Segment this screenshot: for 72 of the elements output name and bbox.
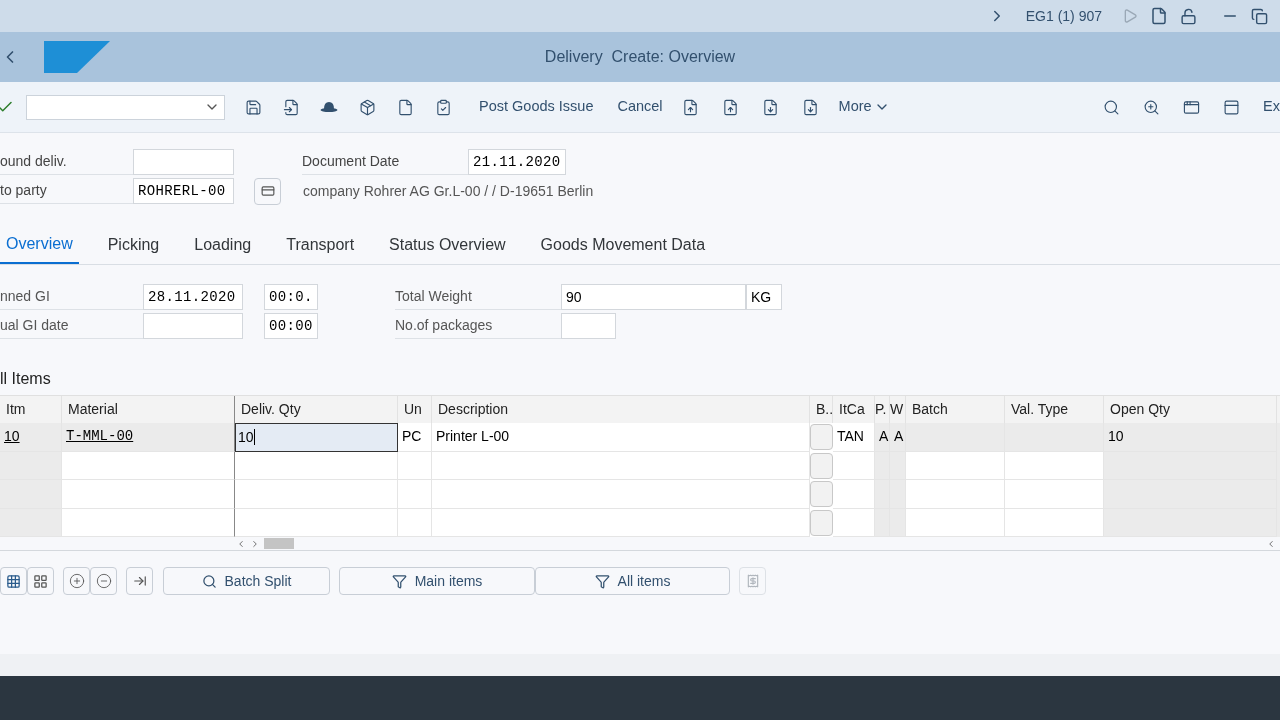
toolbar-button[interactable]: Ex — [1263, 96, 1280, 118]
unit-field[interactable]: KG — [746, 284, 782, 310]
scroll-left-icon[interactable] — [1266, 538, 1276, 549]
table-cell: 10 — [1104, 423, 1277, 452]
table-cell[interactable] — [62, 508, 235, 537]
table-cell[interactable]: Printer L-00 — [432, 423, 810, 452]
date-field[interactable] — [143, 313, 243, 339]
details-button[interactable] — [254, 177, 281, 205]
tab[interactable]: Overview — [0, 226, 79, 264]
select-all-button[interactable] — [0, 567, 27, 595]
row-selector-button[interactable] — [810, 452, 833, 479]
scroll-right-icon[interactable] — [250, 538, 260, 549]
row-selector-button[interactable] — [810, 481, 833, 508]
table-cell: A — [890, 423, 906, 452]
deselect-all-button[interactable] — [27, 567, 54, 595]
plus-icon — [68, 573, 85, 589]
date-field[interactable]: 21.11.2020 — [468, 149, 566, 175]
window-title: Delivery Create: Overview — [543, 47, 737, 67]
filter-icon — [594, 573, 610, 589]
receipt-button[interactable] — [739, 567, 766, 595]
address-text: company Rohrer AG Gr.L-00 / / D-19651 Berlin — [303, 181, 594, 201]
table-cell[interactable]: TAN — [833, 423, 875, 452]
time-field[interactable]: 00:00 — [264, 313, 318, 339]
table-link[interactable]: 10 — [4, 426, 20, 448]
toolbar-button[interactable]: Post Goods Issue — [471, 91, 602, 123]
table-cell[interactable] — [62, 451, 235, 480]
indent-button[interactable] — [126, 567, 153, 595]
party-field[interactable]: ROHRERL-00 — [133, 178, 234, 204]
session-info: EG1 (1) 907 — [1025, 6, 1102, 26]
tab[interactable]: Goods Movement Data — [534, 226, 712, 264]
table-link[interactable]: T-MML-00 — [66, 426, 134, 448]
horizontal-scrollbar[interactable] — [236, 538, 294, 549]
scroll-thumb[interactable] — [264, 538, 294, 549]
delivery-field[interactable] — [133, 149, 234, 175]
value-field[interactable]: 90 — [561, 284, 746, 310]
add-row-button[interactable] — [63, 567, 90, 595]
unlock-icon[interactable] — [1180, 7, 1197, 25]
filter-icon — [391, 573, 407, 589]
filter-button[interactable]: All items — [535, 567, 730, 595]
time-field[interactable]: 00:0. — [264, 284, 318, 310]
filter-button[interactable]: Main items — [339, 567, 535, 595]
tab[interactable]: Status Overview — [383, 226, 512, 264]
delete-row-button[interactable] — [90, 567, 117, 595]
indent-icon — [132, 574, 147, 588]
table-cell[interactable] — [62, 480, 235, 509]
restore-icon[interactable] — [1251, 7, 1268, 25]
tab[interactable]: Loading — [188, 226, 258, 264]
tab[interactable]: Transport — [280, 226, 361, 264]
section-title: ll Items — [0, 369, 52, 389]
tab[interactable]: Picking — [101, 226, 166, 264]
toolbar-button[interactable]: Cancel — [609, 91, 671, 123]
receipt-icon — [745, 574, 760, 588]
card-icon — [260, 184, 275, 198]
quantity-input[interactable]: 10 — [235, 423, 398, 452]
batch-split-button[interactable]: Batch Split — [163, 567, 330, 595]
search-icon — [201, 573, 217, 589]
scroll-left-icon[interactable] — [236, 538, 246, 549]
row-selector-button[interactable] — [810, 424, 833, 451]
table-cell[interactable]: PC — [398, 423, 432, 452]
table-cell: A — [875, 423, 890, 452]
command-field[interactable] — [26, 94, 225, 120]
minus-icon — [95, 573, 112, 589]
grid-icon — [6, 573, 21, 589]
logo-icon — [44, 41, 110, 73]
value-field[interactable] — [561, 313, 616, 339]
grid-icon — [33, 573, 48, 589]
play-icon[interactable] — [1122, 8, 1138, 24]
hat-icon[interactable] — [320, 101, 338, 113]
row-selector-button[interactable] — [810, 509, 833, 536]
page-icon[interactable] — [1150, 7, 1168, 25]
date-field[interactable]: 28.11.2020 — [143, 284, 243, 310]
more-menu-button[interactable]: More — [838, 96, 890, 118]
